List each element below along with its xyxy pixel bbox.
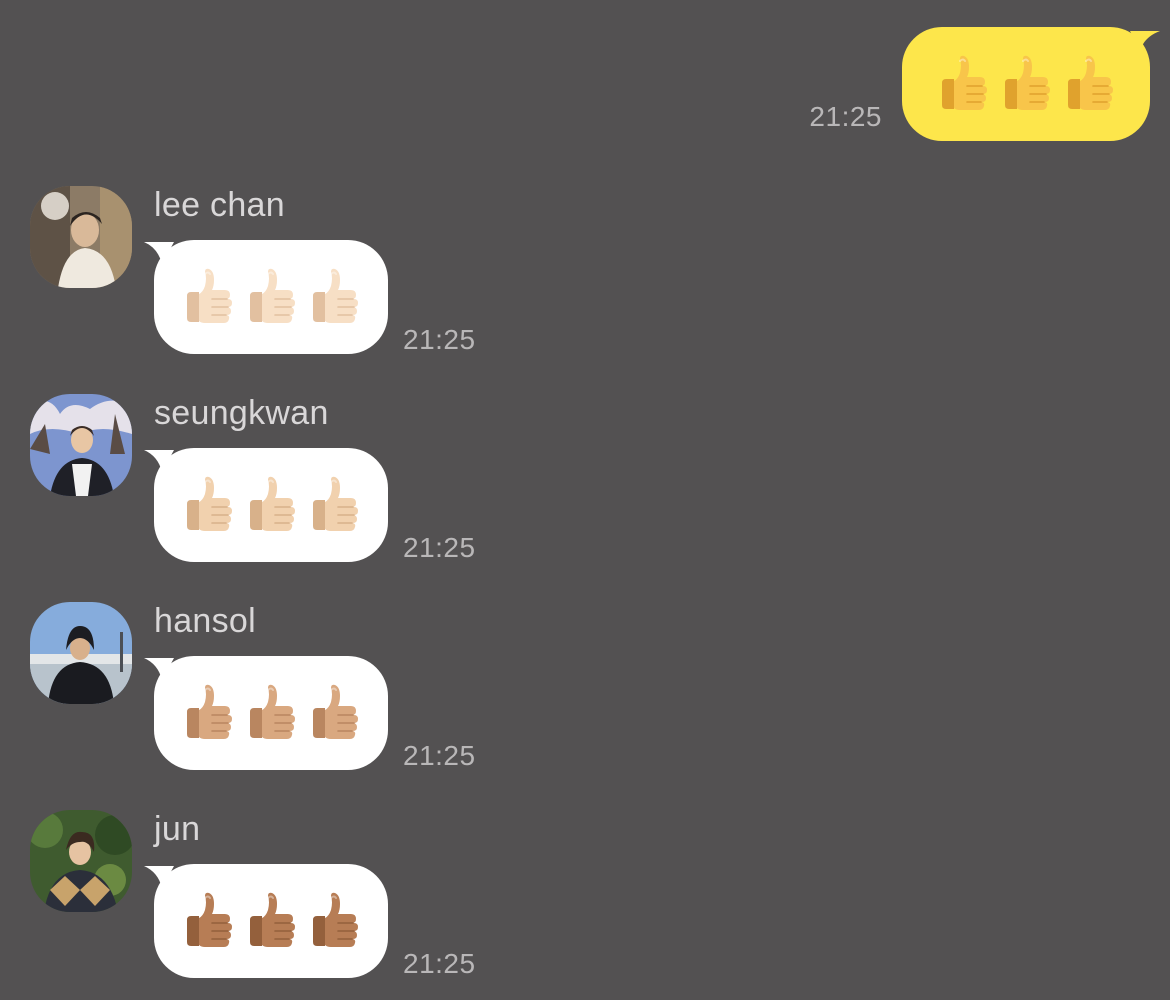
incoming-message: lee chan 21:25	[30, 186, 510, 376]
sender-name: hansol	[154, 602, 256, 640]
avatar-photo	[30, 186, 132, 288]
incoming-timestamp: 21:25	[403, 740, 476, 771]
chat-view: 21:25 lee chan 21:25 seungkwan 21:25 han…	[0, 0, 1170, 1000]
avatar-photo	[30, 394, 132, 496]
incoming-bubble[interactable]	[144, 656, 388, 770]
outgoing-message: 21:25	[809, 27, 1160, 141]
incoming-timestamp: 21:25	[403, 948, 476, 979]
incoming-timestamp: 21:25	[403, 324, 476, 355]
thumbs-up-icon	[249, 268, 295, 323]
bubble-tail	[144, 450, 174, 472]
incoming-timestamp: 21:25	[403, 532, 476, 563]
avatar[interactable]	[30, 186, 132, 288]
bubble-tail	[144, 242, 174, 264]
thumbs-up-icon	[941, 55, 987, 110]
bubble-tail	[144, 658, 174, 680]
emoji-group	[181, 684, 362, 742]
thumbs-up-icon	[1067, 55, 1113, 110]
thumbs-up-icon	[186, 892, 232, 947]
sender-name: jun	[154, 810, 201, 848]
emoji-group	[181, 268, 362, 326]
incoming-message: seungkwan 21:25	[30, 394, 510, 584]
thumbs-up-icon	[312, 684, 358, 739]
sender-name: seungkwan	[154, 394, 329, 432]
thumbs-up-icon	[186, 684, 232, 739]
outgoing-bubble[interactable]	[902, 27, 1160, 141]
thumbs-up-icon	[312, 476, 358, 531]
incoming-message: hansol 21:25	[30, 602, 510, 792]
avatar-photo	[30, 810, 132, 912]
thumbs-up-icon	[249, 892, 295, 947]
incoming-bubble[interactable]	[144, 448, 388, 562]
thumbs-up-icon	[312, 892, 358, 947]
bubble-tail	[144, 866, 174, 888]
thumbs-up-icon	[249, 476, 295, 531]
emoji-group	[936, 55, 1117, 113]
emoji-group	[181, 892, 362, 950]
thumbs-up-icon	[186, 476, 232, 531]
thumbs-up-icon	[249, 684, 295, 739]
incoming-bubble[interactable]	[144, 864, 388, 978]
outgoing-timestamp: 21:25	[809, 101, 882, 132]
thumbs-up-icon	[186, 268, 232, 323]
thumbs-up-icon	[1004, 55, 1050, 110]
incoming-bubble[interactable]	[144, 240, 388, 354]
avatar[interactable]	[30, 810, 132, 912]
avatar[interactable]	[30, 394, 132, 496]
bubble-tail	[1130, 31, 1160, 51]
avatar-photo	[30, 602, 132, 704]
thumbs-up-icon	[312, 268, 358, 323]
sender-name: lee chan	[154, 186, 285, 224]
avatar[interactable]	[30, 602, 132, 704]
incoming-message: jun 21:25	[30, 810, 510, 1000]
emoji-group	[181, 476, 362, 534]
